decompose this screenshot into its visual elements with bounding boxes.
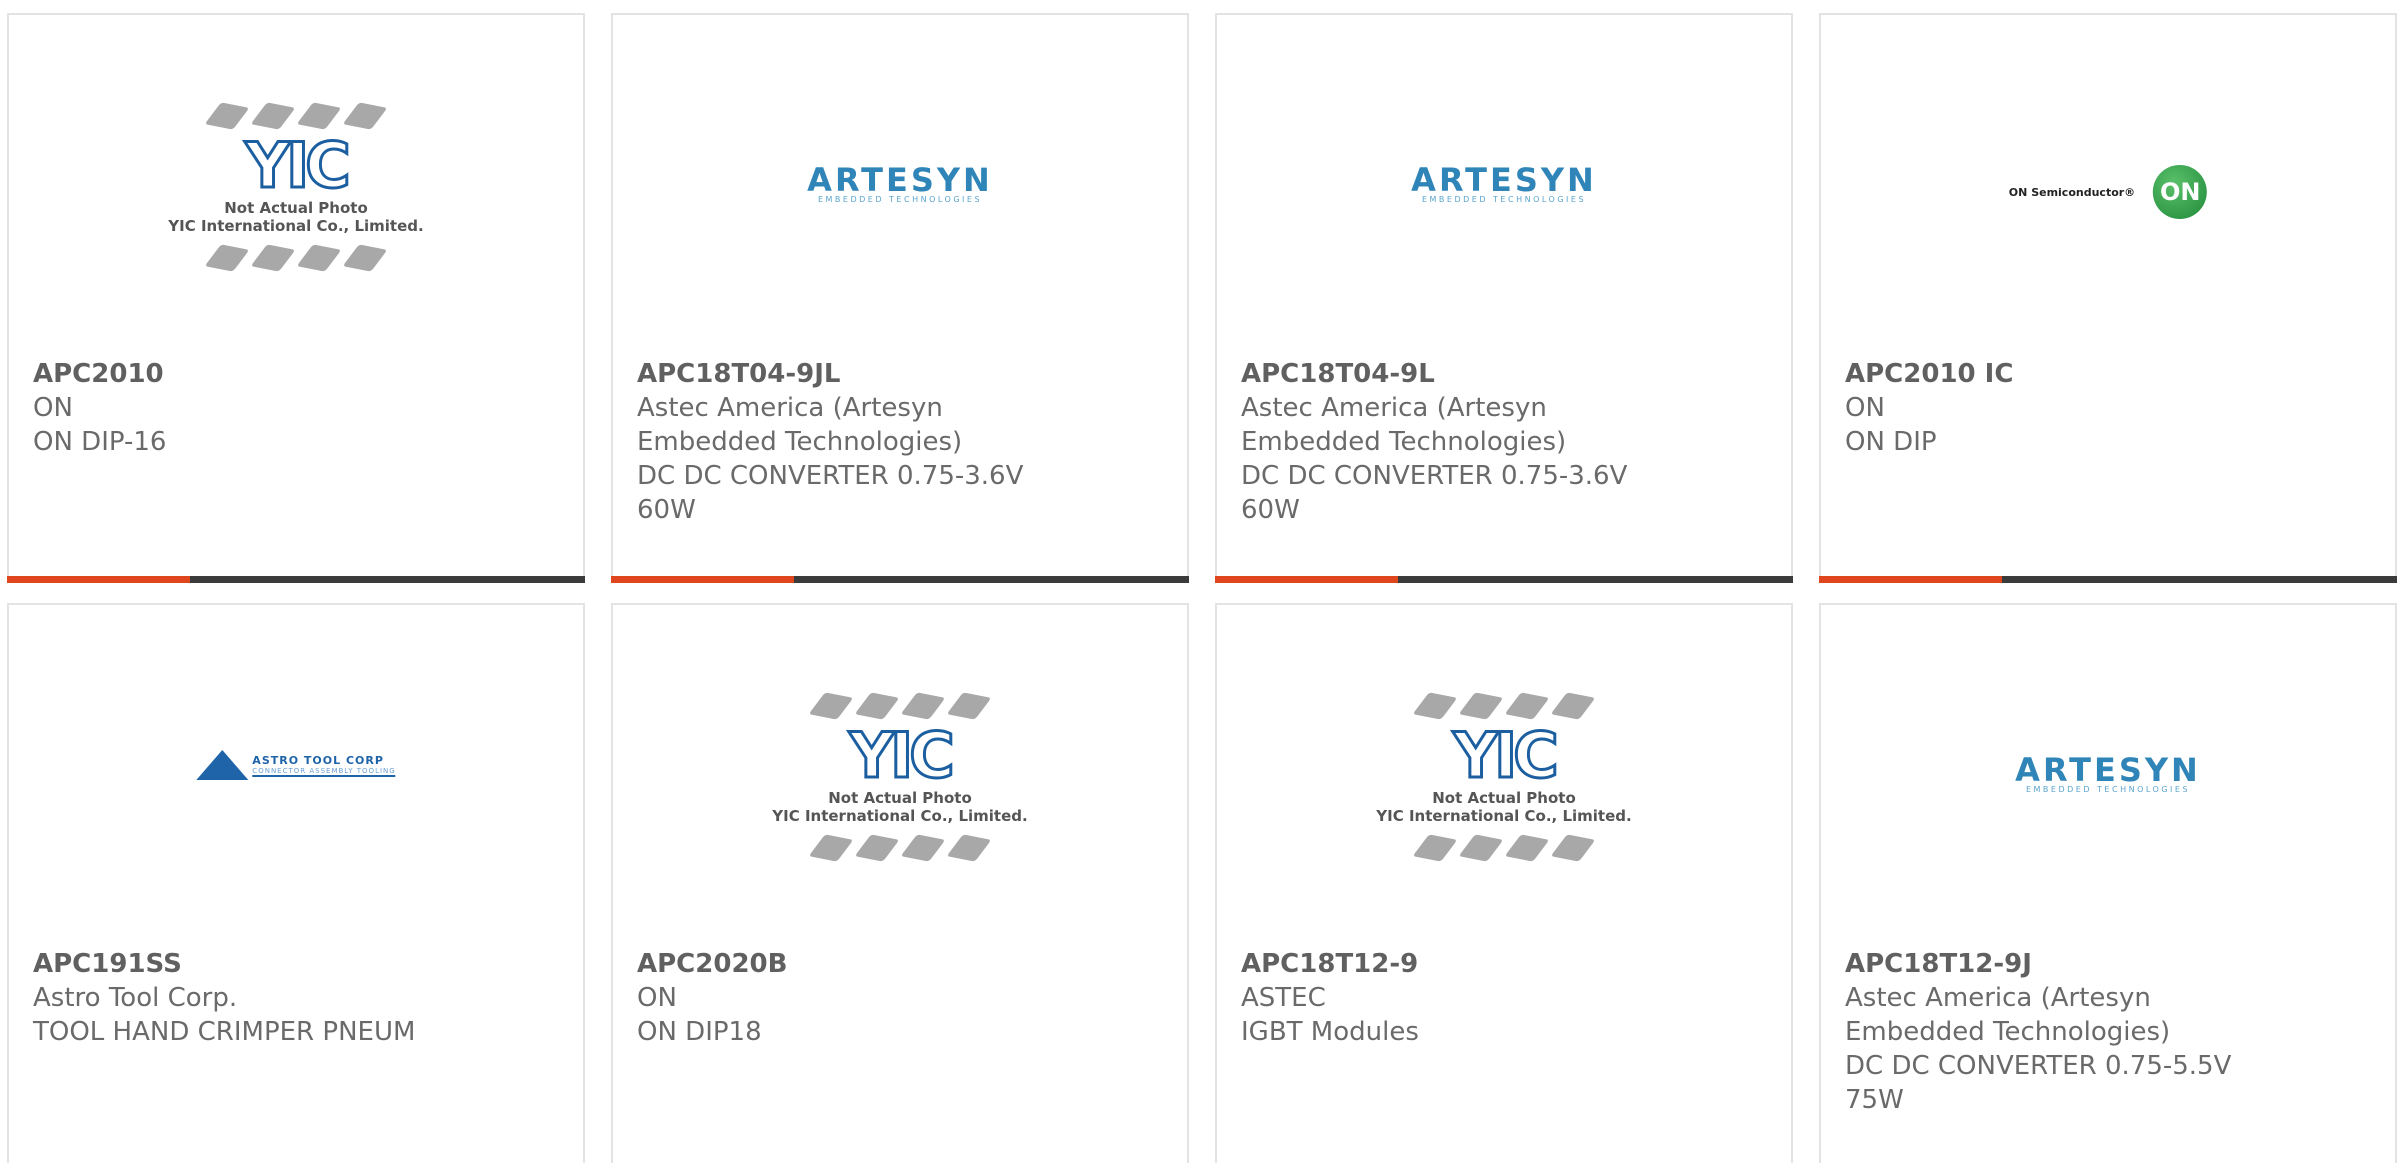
manufacturer: Astro Tool Corp. xyxy=(33,983,238,1013)
part-number[interactable]: APC18T12-9 xyxy=(1241,947,1771,981)
product-info: APC18T12-9 ASTEC IGBT Modules xyxy=(1241,947,1771,1049)
product-image[interactable]: YIC Not Actual Photo YIC International C… xyxy=(613,605,1187,940)
card-bar-accent xyxy=(1215,576,1398,583)
description-cont: 60W xyxy=(637,495,696,525)
yic-mark: YIC xyxy=(848,719,956,792)
yic-placeholder-logo: YIC Not Actual Photo YIC International C… xyxy=(161,102,431,345)
product-card[interactable]: ARTESYN EMBEDDED TECHNOLOGIES APC18T12-9… xyxy=(1819,603,2397,1163)
description: ON DIP xyxy=(1845,427,1937,457)
manufacturer: ON xyxy=(637,983,677,1013)
part-number[interactable]: APC18T12-9J xyxy=(1845,947,2375,981)
manufacturer: Astec America (Artesyn xyxy=(1241,393,1547,423)
yic-mark: YIC xyxy=(244,129,352,202)
product-card[interactable]: ARTESYN EMBEDDED TECHNOLOGIES APC18T04-9… xyxy=(1215,13,1793,583)
product-card[interactable]: ON Semiconductor® ON APC2010 IC ON ON DI… xyxy=(1819,13,2397,583)
description: ON DIP-16 xyxy=(33,427,167,457)
description-cont: 60W xyxy=(1241,495,1300,525)
product-card[interactable]: ASTRO TOOL CORP CONNECTOR ASSEMBLY TOOLI… xyxy=(7,603,585,1163)
astro-triangle-icon xyxy=(196,750,249,780)
yic-mark: YIC xyxy=(1452,719,1560,792)
card-bar xyxy=(1215,576,1793,583)
card-bar-accent xyxy=(611,576,794,583)
on-semiconductor-logo: ON Semiconductor® ON xyxy=(2008,165,2208,219)
yic-caption-2: YIC International Co., Limited. xyxy=(772,807,1028,825)
part-number[interactable]: APC191SS xyxy=(33,947,563,981)
description: DC DC CONVERTER 0.75-3.6V xyxy=(1241,461,1628,491)
product-image[interactable]: YIC Not Actual Photo YIC International C… xyxy=(1217,605,1791,940)
description: ON DIP18 xyxy=(637,1017,762,1047)
product-image[interactable]: ARTESYN EMBEDDED TECHNOLOGIES xyxy=(613,15,1187,350)
artesyn-logo: ARTESYN EMBEDDED TECHNOLOGIES xyxy=(1411,161,1597,205)
description-cont: 75W xyxy=(1845,1085,1904,1115)
yic-placeholder-logo: YIC Not Actual Photo YIC International C… xyxy=(765,692,1035,935)
manufacturer-cont: Embedded Technologies) xyxy=(1241,427,1567,457)
yic-caption-1: Not Actual Photo xyxy=(828,789,972,807)
product-info: APC2010 ON ON DIP-16 xyxy=(33,357,563,459)
astro-tool-corp-logo: ASTRO TOOL CORP CONNECTOR ASSEMBLY TOOLI… xyxy=(196,750,396,780)
product-image[interactable]: YIC Not Actual Photo YIC International C… xyxy=(9,15,583,350)
on-semiconductor-text: ON Semiconductor® xyxy=(2008,185,2136,199)
part-number[interactable]: APC2020B xyxy=(637,947,1167,981)
artesyn-logo: ARTESYN EMBEDDED TECHNOLOGIES xyxy=(807,161,993,205)
manufacturer: ON xyxy=(1845,393,1885,423)
manufacturer: ON xyxy=(33,393,73,423)
product-info: APC191SS Astro Tool Corp. TOOL HAND CRIM… xyxy=(33,947,563,1049)
part-number[interactable]: APC18T04-9L xyxy=(1241,357,1771,391)
card-bar xyxy=(611,576,1189,583)
product-card[interactable]: YIC Not Actual Photo YIC International C… xyxy=(7,13,585,583)
product-info: APC18T12-9J Astec America (Artesyn Embed… xyxy=(1845,947,2375,1117)
product-card[interactable]: YIC Not Actual Photo YIC International C… xyxy=(611,603,1189,1163)
product-image[interactable]: ASTRO TOOL CORP CONNECTOR ASSEMBLY TOOLI… xyxy=(9,605,583,940)
part-number[interactable]: APC2010 xyxy=(33,357,563,391)
card-bar-accent xyxy=(1819,576,2002,583)
manufacturer-cont: Embedded Technologies) xyxy=(1845,1017,2171,1047)
manufacturer-cont: Embedded Technologies) xyxy=(637,427,963,457)
product-info: APC18T04-9JL Astec America (Artesyn Embe… xyxy=(637,357,1167,527)
artesyn-tagline: EMBEDDED TECHNOLOGIES xyxy=(2025,785,2191,794)
part-number[interactable]: APC18T04-9JL xyxy=(637,357,1167,391)
product-image[interactable]: ARTESYN EMBEDDED TECHNOLOGIES xyxy=(1821,605,2395,940)
card-bar-accent xyxy=(7,576,190,583)
yic-caption-2: YIC International Co., Limited. xyxy=(1376,807,1632,825)
artesyn-logo: ARTESYN EMBEDDED TECHNOLOGIES xyxy=(2015,751,2201,795)
product-card[interactable]: YIC Not Actual Photo YIC International C… xyxy=(1215,603,1793,1163)
card-bar xyxy=(7,576,585,583)
description: TOOL HAND CRIMPER PNEUM xyxy=(33,1017,416,1047)
artesyn-tagline: EMBEDDED TECHNOLOGIES xyxy=(817,195,983,204)
yic-caption-1: Not Actual Photo xyxy=(1432,789,1576,807)
yic-caption-2: YIC International Co., Limited. xyxy=(168,217,424,235)
part-number[interactable]: APC2010 IC xyxy=(1845,357,2375,391)
astro-wordmark: ASTRO TOOL CORP xyxy=(252,753,384,767)
yic-caption-1: Not Actual Photo xyxy=(224,199,368,217)
artesyn-wordmark: ARTESYN xyxy=(1411,161,1597,199)
artesyn-wordmark: ARTESYN xyxy=(2015,751,2201,789)
yic-placeholder-logo: YIC Not Actual Photo YIC International C… xyxy=(1369,692,1639,935)
description: IGBT Modules xyxy=(1241,1017,1419,1047)
card-bar xyxy=(1819,576,2397,583)
product-grid: YIC Not Actual Photo YIC International C… xyxy=(0,0,2400,1163)
description: DC DC CONVERTER 0.75-3.6V xyxy=(637,461,1024,491)
product-info: APC2010 IC ON ON DIP xyxy=(1845,357,2375,459)
product-image[interactable]: ARTESYN EMBEDDED TECHNOLOGIES xyxy=(1217,15,1791,350)
description: DC DC CONVERTER 0.75-5.5V xyxy=(1845,1051,2232,1081)
product-card[interactable]: ARTESYN EMBEDDED TECHNOLOGIES APC18T04-9… xyxy=(611,13,1189,583)
astro-tagline: CONNECTOR ASSEMBLY TOOLING xyxy=(252,766,396,775)
product-image[interactable]: ON Semiconductor® ON xyxy=(1821,15,2395,350)
product-info: APC2020B ON ON DIP18 xyxy=(637,947,1167,1049)
on-logo-icon: ON xyxy=(2153,165,2208,219)
artesyn-wordmark: ARTESYN xyxy=(807,161,993,199)
product-info: APC18T04-9L Astec America (Artesyn Embed… xyxy=(1241,357,1771,527)
manufacturer: ASTEC xyxy=(1241,983,1326,1013)
manufacturer: Astec America (Artesyn xyxy=(1845,983,2151,1013)
artesyn-tagline: EMBEDDED TECHNOLOGIES xyxy=(1421,195,1587,204)
manufacturer: Astec America (Artesyn xyxy=(637,393,943,423)
